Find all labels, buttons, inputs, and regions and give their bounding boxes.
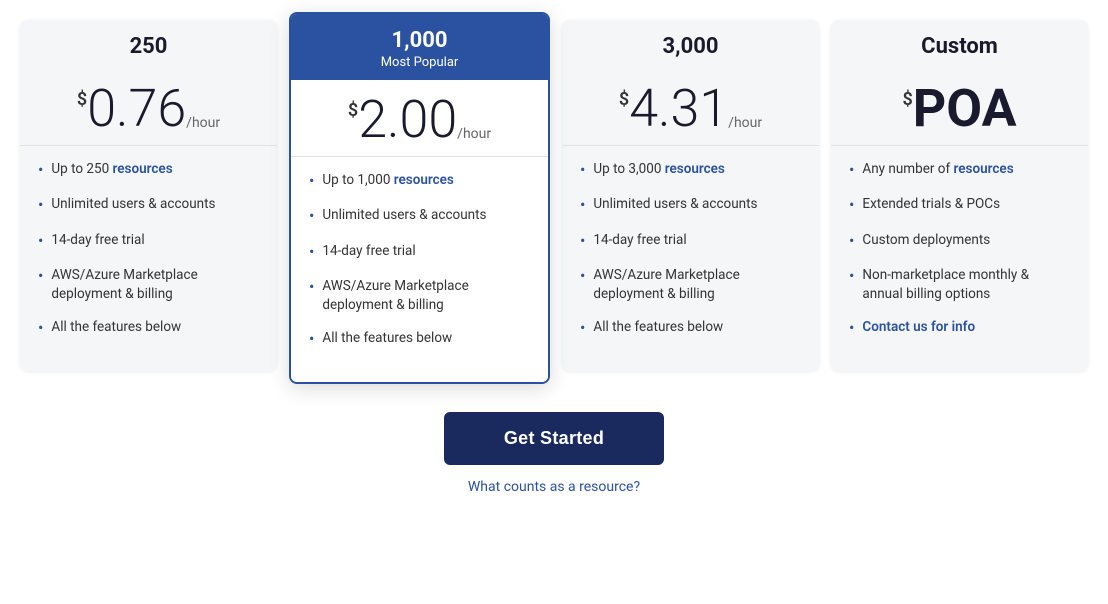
feature-trial-3000: • 14-day free trial bbox=[580, 231, 801, 252]
plan-title-1000: 1,000 bbox=[307, 28, 532, 53]
bullet-icon: • bbox=[580, 230, 585, 252]
feature-billing-custom: • Non-marketplace monthly & annual billi… bbox=[849, 266, 1070, 304]
bullet-icon: • bbox=[38, 159, 43, 181]
feature-resources-250: • Up to 250 resources bbox=[38, 160, 259, 181]
feature-resources-1000: • Up to 1,000 resources bbox=[309, 171, 530, 192]
plan-title-250: 250 bbox=[36, 34, 261, 59]
contact-us-link[interactable]: Contact us for info bbox=[862, 318, 975, 337]
bullet-icon: • bbox=[309, 328, 314, 350]
bullet-icon: • bbox=[849, 230, 854, 252]
price-unit-3000: /hour bbox=[728, 115, 762, 131]
price-amount-1000: 2.00 bbox=[358, 94, 457, 146]
price-unit-250: /hour bbox=[186, 115, 220, 131]
plan-card-1000: 1,000 Most Popular $ 2.00 /hour • Up to … bbox=[289, 12, 550, 384]
feature-marketplace-3000: • AWS/Azure Marketplace deployment & bil… bbox=[580, 266, 801, 304]
feature-resources-3000: • Up to 3,000 resources bbox=[580, 160, 801, 181]
resources-link-250[interactable]: resources bbox=[113, 161, 173, 177]
feature-trials-custom: • Extended trials & POCs bbox=[849, 195, 1070, 216]
bullet-icon: • bbox=[38, 194, 43, 216]
feature-all-3000: • All the features below bbox=[580, 318, 801, 339]
feature-marketplace-250: • AWS/Azure Marketplace deployment & bil… bbox=[38, 266, 259, 304]
resources-link-1000[interactable]: resources bbox=[394, 172, 454, 188]
plan-price-3000: $ 4.31 /hour bbox=[562, 69, 819, 146]
feature-deployments-custom: • Custom deployments bbox=[849, 231, 1070, 252]
bullet-icon: • bbox=[580, 317, 585, 339]
resources-link-3000[interactable]: resources bbox=[665, 161, 725, 177]
feature-users-1000: • Unlimited users & accounts bbox=[309, 206, 530, 227]
bullet-icon: • bbox=[580, 265, 585, 287]
feature-all-250: • All the features below bbox=[38, 318, 259, 339]
plan-card-3000: 3,000 $ 4.31 /hour • Up to 3,000 resourc… bbox=[562, 20, 819, 371]
plan-card-250: 250 $ 0.76 /hour • Up to 250 resources •… bbox=[20, 20, 277, 371]
pricing-cards: 250 $ 0.76 /hour • Up to 250 resources •… bbox=[20, 20, 1088, 384]
bullet-icon: • bbox=[309, 241, 314, 263]
plan-features-custom: • Any number of resources • Extended tri… bbox=[831, 146, 1088, 371]
bullet-icon: • bbox=[38, 317, 43, 339]
feature-users-3000: • Unlimited users & accounts bbox=[580, 195, 801, 216]
price-unit-1000: /hour bbox=[457, 126, 491, 142]
feature-contact-custom: • Contact us for info bbox=[849, 318, 1070, 339]
bullet-icon: • bbox=[309, 276, 314, 298]
bullet-icon: • bbox=[849, 265, 854, 287]
resource-faq-link[interactable]: What counts as a resource? bbox=[468, 479, 640, 495]
feature-resources-custom: • Any number of resources bbox=[849, 160, 1070, 181]
price-dollar-3000: $ bbox=[619, 89, 629, 110]
get-started-button[interactable]: Get Started bbox=[444, 412, 664, 465]
bullet-icon: • bbox=[849, 159, 854, 181]
feature-trial-1000: • 14-day free trial bbox=[309, 242, 530, 263]
plan-features-3000: • Up to 3,000 resources • Unlimited user… bbox=[562, 146, 819, 371]
resources-link-custom[interactable]: resources bbox=[954, 161, 1014, 177]
plan-header-3000: 3,000 bbox=[562, 20, 819, 69]
bullet-icon: • bbox=[309, 205, 314, 227]
price-dollar-1000: $ bbox=[348, 100, 358, 121]
plan-card-custom: Custom $ POA • Any number of resources •… bbox=[831, 20, 1088, 371]
feature-all-1000: • All the features below bbox=[309, 329, 530, 350]
bullet-icon: • bbox=[849, 194, 854, 216]
plan-title-custom: Custom bbox=[847, 34, 1072, 59]
bullet-icon: • bbox=[849, 317, 854, 339]
plan-price-custom: $ POA bbox=[831, 69, 1088, 146]
feature-marketplace-1000: • AWS/Azure Marketplace deployment & bil… bbox=[309, 277, 530, 315]
plan-features-250: • Up to 250 resources • Unlimited users … bbox=[20, 146, 277, 371]
plan-header-custom: Custom bbox=[831, 20, 1088, 69]
plan-subtitle-1000: Most Popular bbox=[307, 55, 532, 70]
plan-price-1000: $ 2.00 /hour bbox=[291, 80, 548, 157]
bullet-icon: • bbox=[580, 194, 585, 216]
bullet-icon: • bbox=[38, 230, 43, 252]
plan-header-250: 250 bbox=[20, 20, 277, 69]
bullet-icon: • bbox=[580, 159, 585, 181]
plan-features-1000: • Up to 1,000 resources • Unlimited user… bbox=[291, 157, 548, 382]
price-dollar-250: $ bbox=[77, 89, 87, 110]
feature-users-250: • Unlimited users & accounts bbox=[38, 195, 259, 216]
price-amount-250: 0.76 bbox=[87, 83, 186, 135]
bottom-section: Get Started What counts as a resource? bbox=[444, 412, 664, 495]
bullet-icon: • bbox=[38, 265, 43, 287]
price-dollar-custom: $ bbox=[902, 89, 912, 110]
bullet-icon: • bbox=[309, 170, 314, 192]
price-amount-3000: 4.31 bbox=[629, 83, 728, 135]
plan-header-1000: 1,000 Most Popular bbox=[291, 14, 548, 80]
plan-title-3000: 3,000 bbox=[578, 34, 803, 59]
price-poa-custom: POA bbox=[913, 83, 1017, 135]
plan-price-250: $ 0.76 /hour bbox=[20, 69, 277, 146]
feature-trial-250: • 14-day free trial bbox=[38, 231, 259, 252]
